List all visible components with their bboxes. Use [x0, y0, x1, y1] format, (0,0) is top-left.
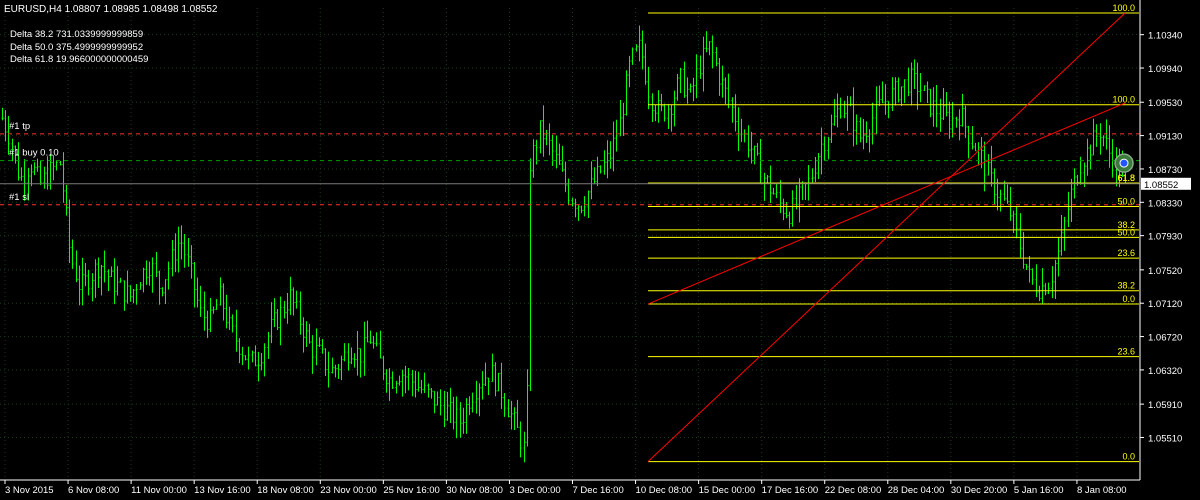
time-tick-label: 15 Dec 00:00	[699, 485, 756, 496]
time-tick-label: 25 Nov 16:00	[383, 485, 440, 496]
trade-line-label: #1 tp	[9, 121, 30, 132]
time-tick-label: 18 Nov 08:00	[257, 485, 314, 496]
fib-level-label: 50.0	[1117, 196, 1135, 206]
price-tick-label: 1.08730	[1148, 165, 1182, 176]
trade-line-label: #1 buy 0.10	[9, 148, 59, 159]
price-tick-label: 1.06320	[1148, 366, 1182, 377]
time-tick-label: 30 Nov 08:00	[446, 485, 503, 496]
delta-61-readout: Delta 61.8 19.966000000000459	[10, 54, 149, 65]
time-tick-label: 3 Nov 2015	[5, 485, 54, 496]
time-tick-label: 23 Nov 00:00	[320, 485, 377, 496]
time-tick-label: 7 Dec 16:00	[573, 485, 624, 496]
price-tick-label: 1.07930	[1148, 232, 1182, 243]
trade-line-label: #1 sl	[9, 192, 29, 203]
fib-level-label: 23.6	[1117, 248, 1135, 258]
price-tick-label: 1.09530	[1148, 98, 1182, 109]
fib-level-label: 23.6	[1117, 347, 1135, 357]
price-tick-label: 1.08330	[1148, 198, 1182, 209]
price-tick-label: 1.05910	[1148, 400, 1182, 411]
symbol-header: EURUSD,H4 1.08807 1.08985 1.08498 1.0855…	[4, 4, 218, 15]
fib-level-label: 50.0	[1117, 227, 1135, 237]
current-price-label: 1.08552	[1144, 180, 1178, 191]
price-tick-label: 1.09940	[1148, 64, 1182, 75]
fib-level-label: 61.8	[1117, 173, 1135, 183]
fib-level-label: 100.0	[1112, 3, 1135, 13]
time-tick-label: 30 Dec 20:00	[951, 485, 1008, 496]
price-chart[interactable]: #1 tp#1 buy 0.10#1 sl100.0100.061.850.03…	[0, 0, 1200, 500]
fib-level-label: 38.2	[1117, 281, 1135, 291]
chart-window[interactable]: #1 tp #1 buy 0.10 #1 sl 100.0 100.0 61.8 50.0 3…	[0, 0, 1200, 500]
delta-readouts: Delta 38.2 731.0339999999859 Delta 50.0 …	[10, 29, 148, 67]
time-tick-label: 22 Dec 08:00	[825, 485, 882, 496]
time-tick-label: 3 Dec 00:00	[509, 485, 560, 496]
fib-level-label: 0.0	[1122, 294, 1135, 304]
time-tick-label: 5 Jan 16:00	[1014, 485, 1064, 496]
time-tick-label: 6 Nov 08:00	[68, 485, 119, 496]
fib-level-label: 0.0	[1122, 452, 1135, 462]
price-tick-label: 1.09130	[1148, 132, 1182, 143]
price-tick-label: 1.10340	[1148, 31, 1182, 42]
time-tick-label: 11 Nov 00:00	[131, 485, 187, 496]
time-tick-label: 28 Dec 04:00	[888, 485, 945, 496]
order-marker-dot	[1119, 158, 1129, 168]
delta-50-readout: Delta 50.0 375.4999999999952	[10, 41, 144, 53]
price-tick-label: 1.05510	[1148, 433, 1182, 444]
trendline-upper	[647, 102, 1126, 305]
delta-38-readout: Delta 38.2 731.0339999999859	[10, 29, 144, 40]
price-tick-label: 1.07120	[1148, 299, 1182, 310]
time-tick-label: 8 Jan 08:00	[1077, 485, 1127, 496]
time-tick-label: 10 Dec 08:00	[636, 485, 693, 496]
price-tick-label: 1.07520	[1148, 266, 1182, 277]
time-tick-label: 17 Dec 16:00	[762, 485, 819, 496]
time-tick-label: 13 Nov 16:00	[194, 485, 251, 496]
price-tick-label: 1.06720	[1148, 333, 1182, 344]
